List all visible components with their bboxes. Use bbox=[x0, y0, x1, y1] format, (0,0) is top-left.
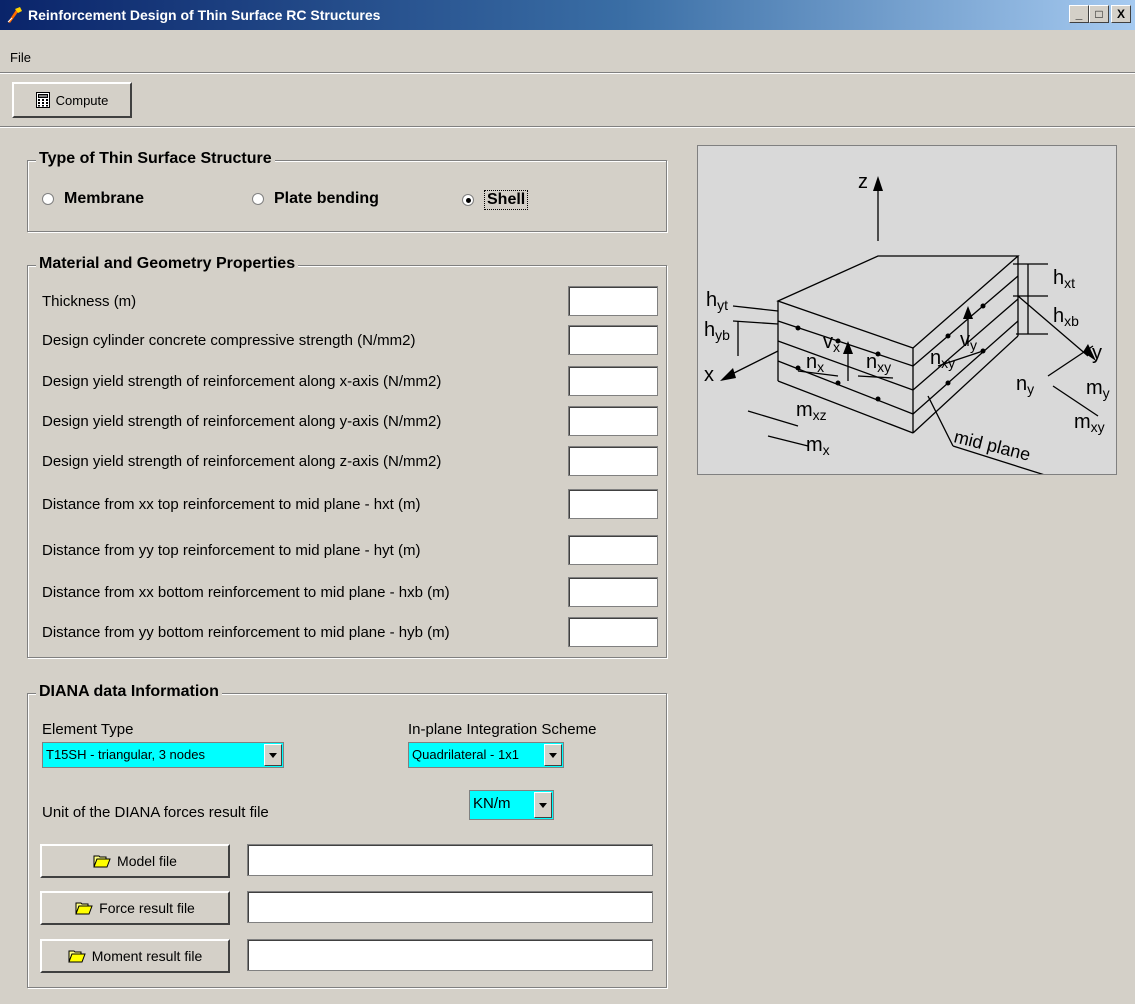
hyt-label: Distance from yy top reinforcement to mi… bbox=[42, 542, 421, 559]
compute-button[interactable]: Compute bbox=[12, 82, 132, 118]
chevron-down-icon[interactable] bbox=[264, 744, 282, 766]
diagram-label-hxt: hxt bbox=[1053, 267, 1075, 291]
menu-bar: File bbox=[0, 30, 1135, 70]
hxt-input[interactable] bbox=[568, 489, 658, 519]
chevron-down-icon[interactable] bbox=[534, 792, 552, 818]
structure-type-group: Type of Thin Surface Structure Membrane … bbox=[27, 150, 667, 232]
model-file-button[interactable]: Model file bbox=[40, 844, 230, 878]
yield-x-label: Design yield strength of reinforcement a… bbox=[42, 373, 442, 390]
diagram-label-nx: nx bbox=[806, 351, 824, 375]
menu-separator bbox=[0, 72, 1135, 74]
unit-label: Unit of the DIANA forces result file bbox=[42, 804, 269, 821]
diagram-label-hyt: hyt bbox=[706, 289, 728, 313]
yield-x-input[interactable] bbox=[568, 366, 658, 396]
window-title: Reinforcement Design of Thin Surface RC … bbox=[28, 7, 381, 23]
hxb-label: Distance from xx bottom reinforcement to… bbox=[42, 584, 450, 601]
folder-open-icon bbox=[93, 855, 111, 868]
hyb-label: Distance from yy bottom reinforcement to… bbox=[42, 624, 450, 641]
material-title: Material and Geometry Properties bbox=[36, 255, 299, 273]
radio-shell-label: Shell bbox=[484, 190, 529, 210]
element-type-select[interactable]: T15SH - triangular, 3 nodes bbox=[42, 742, 284, 768]
menu-file[interactable]: File bbox=[10, 50, 31, 65]
shell-element-diagram: z y x hxt hxb hyt hyb vx vy nx nxy nxy n… bbox=[697, 145, 1117, 475]
integration-select[interactable]: Quadrilateral - 1x1 bbox=[408, 742, 564, 768]
hxt-label: Distance from xx top reinforcement to mi… bbox=[42, 496, 421, 513]
integration-label: In-plane Integration Scheme bbox=[408, 721, 597, 738]
force-file-input[interactable] bbox=[247, 891, 653, 923]
diagram-svg: z y x hxt hxb hyt hyb vx vy nx nxy nxy n… bbox=[704, 171, 1110, 474]
radio-circle-selected bbox=[462, 194, 474, 206]
diagram-label-nxy-2: nxy bbox=[930, 347, 955, 371]
radio-shell[interactable]: Shell bbox=[462, 190, 529, 210]
maximize-button[interactable]: □ bbox=[1089, 5, 1109, 23]
diagram-label-hxb: hxb bbox=[1053, 305, 1079, 329]
yield-y-input[interactable] bbox=[568, 406, 658, 436]
chevron-down-icon[interactable] bbox=[544, 744, 562, 766]
model-file-input[interactable] bbox=[247, 844, 653, 876]
diagram-label-vx: vx bbox=[823, 331, 840, 355]
radio-plate-bending[interactable]: Plate bending bbox=[252, 190, 379, 208]
concrete-strength-label: Design cylinder concrete compressive str… bbox=[42, 332, 416, 349]
material-group: Material and Geometry Properties Thickne… bbox=[27, 255, 667, 658]
diagram-label-x: x bbox=[704, 364, 714, 386]
moment-file-input[interactable] bbox=[247, 939, 653, 971]
hxb-input[interactable] bbox=[568, 577, 658, 607]
title-bar: Reinforcement Design of Thin Surface RC … bbox=[0, 0, 1135, 30]
minimize-button[interactable]: _ bbox=[1069, 5, 1089, 23]
app-icon bbox=[7, 7, 22, 23]
yield-y-label: Design yield strength of reinforcement a… bbox=[42, 413, 442, 430]
diagram-label-z: z bbox=[858, 171, 868, 193]
diana-title: DIANA data Information bbox=[36, 683, 222, 701]
radio-circle bbox=[42, 193, 54, 205]
diagram-label-mxy: mxy bbox=[1074, 411, 1105, 435]
calculator-icon bbox=[35, 92, 50, 108]
moment-file-label: Moment result file bbox=[91, 948, 203, 964]
radio-circle bbox=[252, 193, 264, 205]
radio-membrane-label: Membrane bbox=[64, 190, 145, 207]
compute-label: Compute bbox=[55, 92, 109, 108]
diagram-label-ny: ny bbox=[1016, 373, 1034, 397]
diagram-label-y: y bbox=[1092, 342, 1102, 364]
element-type-label: Element Type bbox=[42, 721, 134, 738]
close-button[interactable]: X bbox=[1111, 5, 1131, 23]
hyb-input[interactable] bbox=[568, 617, 658, 647]
model-file-label: Model file bbox=[117, 853, 177, 869]
hyt-input[interactable] bbox=[568, 535, 658, 565]
thickness-label: Thickness (m) bbox=[42, 293, 137, 310]
unit-value: KN/m bbox=[473, 795, 511, 812]
force-file-label: Force result file bbox=[99, 900, 195, 916]
structure-type-title: Type of Thin Surface Structure bbox=[36, 150, 275, 168]
folder-open-icon bbox=[68, 950, 86, 963]
thickness-input[interactable] bbox=[568, 286, 658, 316]
diagram-label-vy: vy bbox=[960, 329, 977, 353]
radio-plate-bending-label: Plate bending bbox=[274, 190, 379, 207]
folder-open-icon bbox=[75, 902, 93, 915]
toolbar-separator bbox=[0, 126, 1135, 128]
diagram-label-my: my bbox=[1086, 377, 1110, 401]
element-type-value: T15SH - triangular, 3 nodes bbox=[46, 747, 205, 762]
yield-z-input[interactable] bbox=[568, 446, 658, 476]
integration-value: Quadrilateral - 1x1 bbox=[412, 747, 519, 762]
moment-file-button[interactable]: Moment result file bbox=[40, 939, 230, 973]
diana-group: DIANA data Information Element Type T15S… bbox=[27, 683, 667, 988]
diagram-label-mxz: mxz bbox=[796, 399, 827, 423]
concrete-strength-input[interactable] bbox=[568, 325, 658, 355]
unit-select[interactable]: KN/m bbox=[469, 790, 554, 820]
force-file-button[interactable]: Force result file bbox=[40, 891, 230, 925]
radio-membrane[interactable]: Membrane bbox=[42, 190, 144, 208]
diagram-label-hyb: hyb bbox=[704, 319, 730, 343]
yield-z-label: Design yield strength of reinforcement a… bbox=[42, 453, 442, 470]
diagram-label-mx: mx bbox=[806, 434, 830, 458]
